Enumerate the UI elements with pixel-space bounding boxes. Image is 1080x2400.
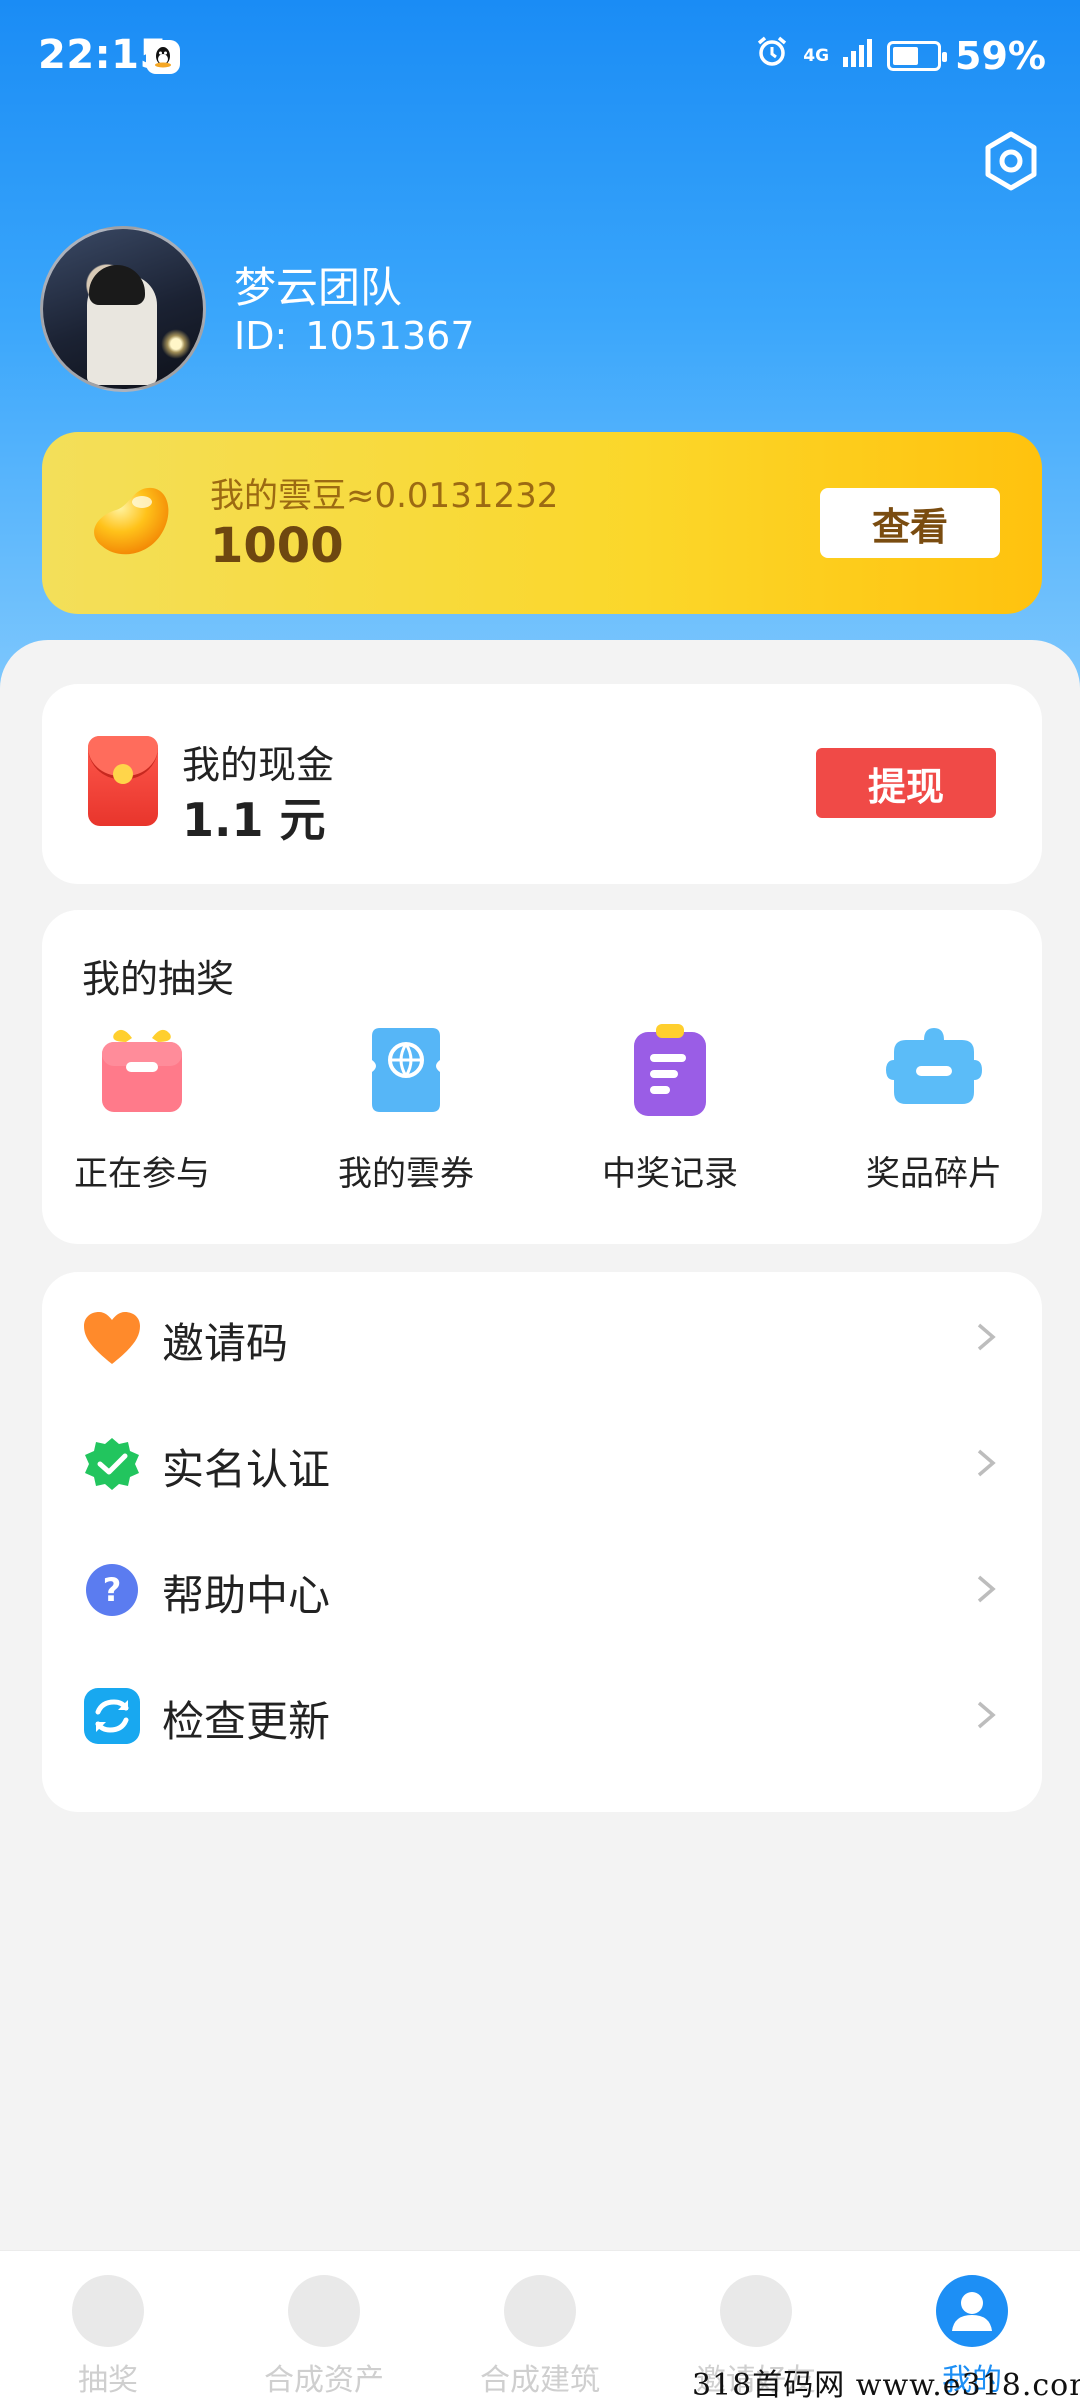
cash-value: 1.1 元 <box>182 793 326 847</box>
battery-level <box>893 47 919 65</box>
clipboard-record-icon <box>620 1020 720 1120</box>
lottery-item-label: 我的雲券 <box>338 1154 474 1194</box>
menu-item-label: 实名认证 <box>162 1445 331 1494</box>
bean-icon <box>82 476 174 568</box>
lottery-card: 我的抽奖 正在参与 我的雲券 中奖记录 奖品碎片 <box>42 910 1042 1244</box>
coin-card: 我的雲豆≈0.0131232 1000 查看 <box>42 432 1042 614</box>
cash-card: 我的现金 1.1 元 提现 <box>42 684 1042 884</box>
settings-icon[interactable] <box>980 130 1042 192</box>
nav-lottery[interactable]: 抽奖 <box>28 2267 188 2398</box>
network-type: 4G <box>803 46 830 66</box>
menu-item-help-center[interactable]: ? 帮助中心 <box>42 1524 1042 1650</box>
user-name: 梦云团队 <box>234 263 403 312</box>
status-bar: 22:15 4G 59% <box>0 0 1080 110</box>
coin-label: 我的雲豆≈0.0131232 <box>210 476 559 516</box>
svg-text:?: ? <box>103 1571 122 1609</box>
chevron-right-icon <box>974 1574 998 1604</box>
mail-icon <box>720 2275 792 2347</box>
menu-item-label: 帮助中心 <box>162 1571 331 1620</box>
nav-label: 抽奖 <box>78 2363 138 2398</box>
lottery-item-fragments[interactable]: 奖品碎片 <box>834 1020 1034 1220</box>
user-id: ID: 1051367 <box>234 314 475 358</box>
menu-item-label: 邀请码 <box>162 1319 289 1368</box>
nav-synth-buildings[interactable]: 合成建筑 <box>460 2267 620 2398</box>
user-icon <box>936 2275 1008 2347</box>
lottery-item-label: 奖品碎片 <box>866 1154 1002 1194</box>
chevron-right-icon <box>974 1322 998 1352</box>
gamepad-icon <box>504 2275 576 2347</box>
help-question-icon: ? <box>82 1562 142 1618</box>
lottery-item-label: 正在参与 <box>74 1154 210 1194</box>
heart-icon <box>82 1310 142 1366</box>
gift-box-icon <box>92 1020 192 1120</box>
alarm-icon <box>755 34 789 78</box>
tv-icon <box>72 2275 144 2347</box>
view-button[interactable]: 查看 <box>820 488 1000 558</box>
chevron-right-icon <box>974 1448 998 1478</box>
refresh-icon <box>82 1688 142 1744</box>
chevron-right-icon <box>974 1700 998 1730</box>
lottery-title: 我的抽奖 <box>82 957 235 1001</box>
user-id-label: ID: <box>234 314 288 358</box>
menu-item-invite-code[interactable]: 邀请码 <box>42 1272 1042 1398</box>
verified-badge-icon <box>82 1436 142 1492</box>
lottery-item-label: 中奖记录 <box>602 1154 738 1194</box>
menu-item-label: 检查更新 <box>162 1697 331 1746</box>
lottery-item-records[interactable]: 中奖记录 <box>570 1020 770 1220</box>
cash-label: 我的现金 <box>182 743 335 787</box>
watermark-text: 318首码网 www.e318.com <box>692 2368 1080 2400</box>
battery-icon <box>887 41 948 71</box>
nav-label: 合成建筑 <box>480 2363 600 2398</box>
menu-card: 邀请码 实名认证 ? 帮助中心 检查更新 <box>42 1272 1042 1812</box>
signal-icon <box>843 34 873 78</box>
lottery-item-participating[interactable]: 正在参与 <box>42 1020 242 1220</box>
user-id-value: 1051367 <box>305 314 475 358</box>
battery-percent: 59% <box>955 34 1046 78</box>
red-envelope-icon <box>88 736 158 826</box>
fragment-icon <box>884 1020 984 1120</box>
wallet-icon <box>288 2275 360 2347</box>
nav-label: 合成资产 <box>264 2363 384 2398</box>
qq-notification-icon <box>146 40 180 74</box>
withdraw-button[interactable]: 提现 <box>816 748 996 818</box>
ticket-icon <box>356 1020 456 1120</box>
lottery-item-coupons[interactable]: 我的雲券 <box>306 1020 506 1220</box>
coin-value: 1000 <box>210 518 344 574</box>
menu-item-check-update[interactable]: 检查更新 <box>42 1650 1042 1776</box>
menu-item-real-name[interactable]: 实名认证 <box>42 1398 1042 1524</box>
nav-synth-assets[interactable]: 合成资产 <box>244 2267 404 2398</box>
avatar[interactable] <box>40 226 206 392</box>
